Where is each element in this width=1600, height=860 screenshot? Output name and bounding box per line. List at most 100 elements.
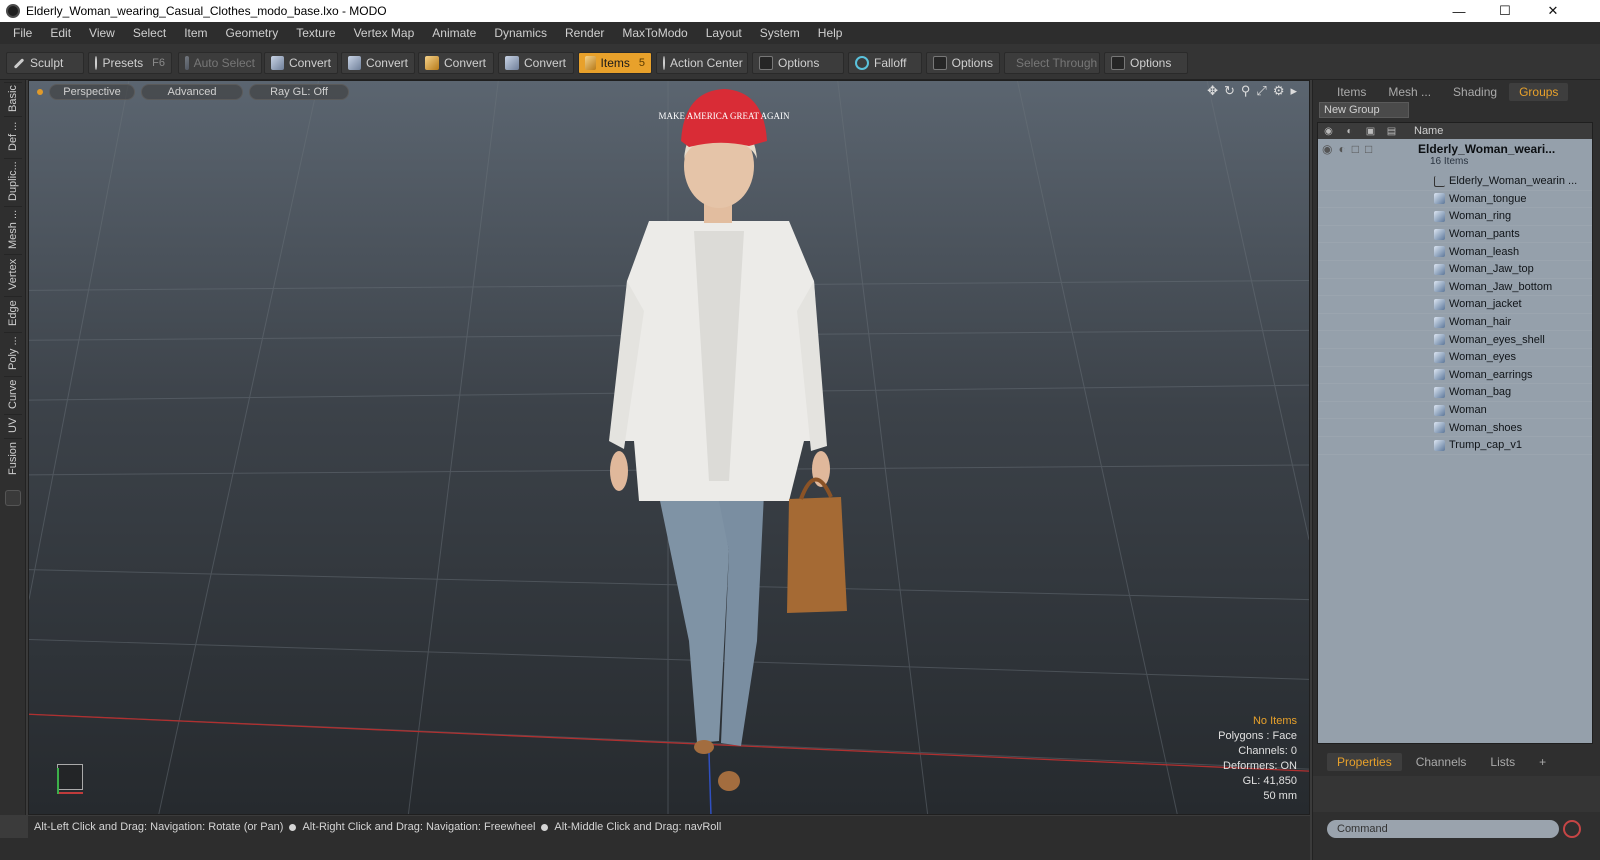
tab-duplicate[interactable]: Duplic... [4,158,22,204]
properties-tabs: Properties Channels Lists + [1313,752,1600,772]
render-column-icon[interactable]: ◐ [1339,126,1360,137]
tab-mesh[interactable]: Mesh ... [1378,83,1441,101]
list-item[interactable]: Woman_eyes_shell [1318,331,1592,349]
mesh-icon [1434,334,1445,346]
falloff-options-button[interactable]: Options [926,52,1000,74]
action-center-button[interactable]: Action Center [656,52,748,74]
convert-materials-button[interactable]: Convert [498,52,574,74]
list-item[interactable]: Woman_eyes [1318,349,1592,367]
falloff-button[interactable]: Falloff [848,52,922,74]
list-item[interactable]: Woman_pants [1318,226,1592,244]
menu-dynamics[interactable]: Dynamics [485,26,556,40]
menu-file[interactable]: File [4,26,41,40]
tab-polygon[interactable]: Poly ... [4,332,22,374]
menu-vertex-map[interactable]: Vertex Map [345,26,424,40]
tab-items[interactable]: Items [1327,83,1376,101]
select-through-options-button[interactable]: Options [1104,52,1188,74]
name-column-header[interactable]: Name [1402,125,1443,137]
list-item[interactable]: Elderly_Woman_wearin ... [1318,173,1592,191]
fit-icon[interactable]: ⤢ [1256,83,1266,99]
command-execute-icon[interactable] [1563,820,1581,838]
tab-edge[interactable]: Edge [4,296,22,330]
lock-column-icon[interactable]: ▣ [1360,126,1381,137]
tab-deform[interactable]: Def ... [4,116,22,156]
convert-vertices-button[interactable]: Convert [264,52,338,74]
render-icon[interactable]: ◐ [1338,142,1345,156]
item-name: Woman_Jaw_top [1449,263,1534,276]
woman-model[interactable]: MAKE AMERICA GREAT AGAIN [579,81,869,815]
select-column-icon[interactable]: ▤ [1381,126,1402,137]
menu-maxtomodo[interactable]: MaxToModo [613,26,696,40]
list-item[interactable]: Trump_cap_v1 [1318,437,1592,455]
close-icon[interactable]: ✕ [1530,0,1576,22]
menu-texture[interactable]: Texture [287,26,344,40]
list-item[interactable]: Woman_ring [1318,208,1592,226]
gl-count: GL: 41,850 [1242,775,1297,787]
viewport-menu-icon[interactable] [37,89,43,95]
expand-tabs-button[interactable] [5,490,21,506]
menu-item[interactable]: Item [175,26,216,40]
menu-layout[interactable]: Layout [697,26,751,40]
menu-render[interactable]: Render [556,26,613,40]
tab-basic[interactable]: Basic [4,82,22,114]
action-center-options-button[interactable]: Options [752,52,844,74]
item-name: Elderly_Woman_wearin ... [1449,175,1578,188]
menu-system[interactable]: System [751,26,809,40]
list-item[interactable]: Woman [1318,402,1592,420]
falloff-label: Falloff [874,56,907,70]
tab-shading[interactable]: Shading [1443,83,1507,101]
tab-vertex[interactable]: Vertex [4,254,22,294]
pan-icon[interactable]: ✥ [1207,83,1218,99]
visibility-column-icon[interactable]: ◉ [1318,126,1339,137]
list-item[interactable]: Woman_jacket [1318,296,1592,314]
select-checkbox[interactable]: □ [1365,142,1372,156]
maximize-icon[interactable]: ☐ [1482,0,1528,22]
items-mode-button[interactable]: Items 5 [578,52,652,74]
list-item[interactable]: Woman_Jaw_bottom [1318,279,1592,297]
convert-edges-button[interactable]: Convert [341,52,415,74]
menu-help[interactable]: Help [809,26,852,40]
shading-mode-button[interactable]: Advanced [141,84,243,100]
options-label: Options [951,56,993,70]
tab-uv[interactable]: UV [4,414,22,436]
menu-geometry[interactable]: Geometry [217,26,288,40]
list-item[interactable]: Woman_leash [1318,243,1592,261]
ray-gl-button[interactable]: Ray GL: Off [249,84,349,100]
lock-checkbox[interactable]: □ [1352,142,1359,156]
expand-arrow-icon[interactable]: ▸ [1290,83,1297,99]
tab-mesh[interactable]: Mesh ... [4,206,22,252]
list-item[interactable]: Woman_hair [1318,314,1592,332]
group-row[interactable]: ◉ ◐ □ □ Elderly_Woman_weari... 16 Items [1318,139,1592,173]
view-type-button[interactable]: Perspective [49,84,135,100]
rotate-icon[interactable]: ↻ [1224,83,1235,99]
tab-channels[interactable]: Channels [1406,753,1477,771]
tab-groups[interactable]: Groups [1509,83,1569,101]
tab-fusion[interactable]: Fusion [4,438,22,478]
viewport-settings-icon[interactable]: ⚙ [1273,83,1285,99]
menu-edit[interactable]: Edit [41,26,80,40]
tab-curve[interactable]: Curve [4,376,22,412]
list-item[interactable]: Woman_bag [1318,384,1592,402]
list-item[interactable]: Woman_earrings [1318,367,1592,385]
command-input[interactable]: Command [1327,820,1559,838]
list-item[interactable]: Woman_shoes [1318,419,1592,437]
select-through-button[interactable]: Select Through [1004,52,1100,74]
auto-select-label: Auto Select [193,56,255,70]
menu-animate[interactable]: Animate [423,26,485,40]
list-item[interactable]: Woman_tongue [1318,191,1592,209]
list-item[interactable]: Woman_Jaw_top [1318,261,1592,279]
3d-viewport[interactable]: MAKE AMERICA GREAT AGAIN Perspective Adv… [28,80,1310,815]
presets-button[interactable]: Presets F6 [88,52,172,74]
menu-select[interactable]: Select [124,26,175,40]
convert-polygons-button[interactable]: Convert [418,52,494,74]
minimize-icon[interactable]: — [1436,0,1482,22]
zoom-icon[interactable]: ⚲ [1241,83,1251,99]
sculpt-button[interactable]: Sculpt [6,52,84,74]
new-group-button[interactable]: New Group [1319,102,1409,118]
eye-icon[interactable]: ◉ [1322,142,1332,156]
tab-lists[interactable]: Lists [1480,753,1525,771]
auto-select-button[interactable]: Auto Select [178,52,262,74]
menu-view[interactable]: View [80,26,124,40]
tab-properties[interactable]: Properties [1327,753,1402,771]
add-tab-icon[interactable]: + [1529,753,1556,771]
